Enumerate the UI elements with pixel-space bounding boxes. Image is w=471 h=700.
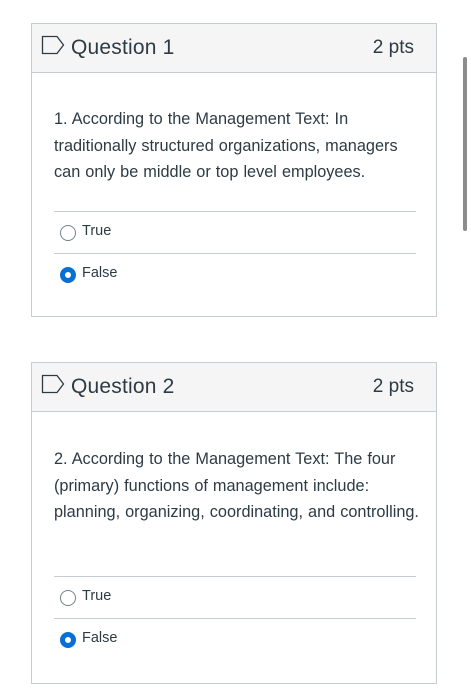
answer-option-true[interactable]: True <box>54 212 416 253</box>
question-card-1: Question 1 2 pts 1. According to the Man… <box>31 23 437 317</box>
question-text: 1. According to the Management Text: In … <box>54 110 398 181</box>
flag-question-icon[interactable] <box>41 374 65 394</box>
answer-label: True <box>82 223 112 239</box>
answer-label: False <box>82 265 118 281</box>
radio-selected-icon[interactable] <box>60 267 76 283</box>
question-points: 2 pts <box>372 37 414 58</box>
answer-option-true[interactable]: True <box>54 577 416 618</box>
answer-list: True False <box>54 576 416 659</box>
question-header: Question 2 2 pts <box>32 363 436 412</box>
answer-option-false[interactable]: False <box>54 253 416 294</box>
question-text: 2. According to the Management Text: The… <box>54 450 419 521</box>
radio-selected-icon[interactable] <box>60 632 76 648</box>
answer-label: True <box>82 588 112 604</box>
answer-option-false[interactable]: False <box>54 618 416 659</box>
vertical-scrollbar[interactable] <box>463 57 467 231</box>
radio-unselected-icon[interactable] <box>60 225 76 241</box>
question-title: Question 1 <box>71 36 175 59</box>
radio-unselected-icon[interactable] <box>60 590 76 606</box>
question-points: 2 pts <box>372 376 414 397</box>
flag-question-icon[interactable] <box>41 35 65 55</box>
question-title: Question 2 <box>71 375 175 398</box>
question-card-2: Question 2 2 pts 2. According to the Man… <box>31 362 437 684</box>
answer-list: True False <box>54 211 416 294</box>
question-header: Question 1 2 pts <box>32 24 436 73</box>
answer-label: False <box>82 630 118 646</box>
